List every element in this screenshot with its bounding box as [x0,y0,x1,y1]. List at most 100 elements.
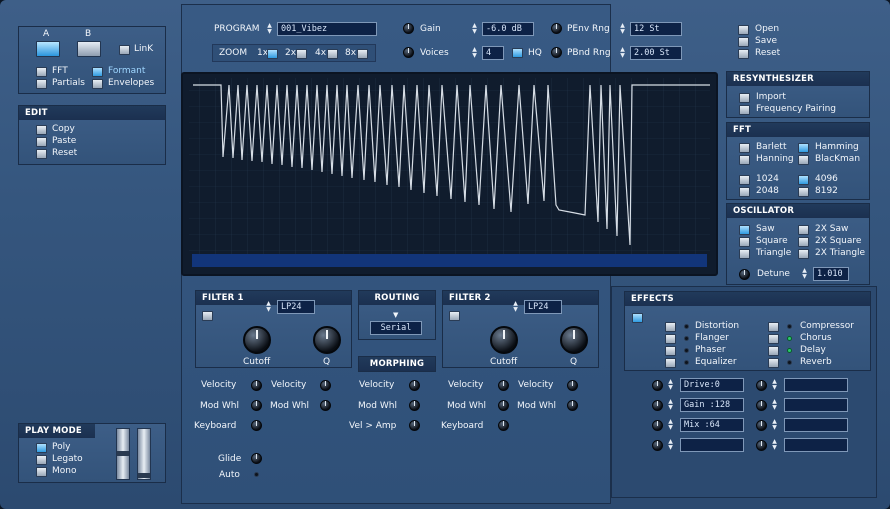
paste-checkbox[interactable] [36,137,47,147]
filter2-q-velocity-knob[interactable] [567,380,578,391]
morph-velocity-knob[interactable] [409,380,420,391]
poly-checkbox[interactable] [36,443,47,453]
file-reset-checkbox[interactable] [738,49,749,59]
b-button[interactable] [77,41,101,57]
program-arrows[interactable]: ▲ ▼ [266,23,273,35]
reverb-checkbox[interactable] [768,358,779,368]
vel-amp-knob[interactable] [409,420,420,431]
fx-param4-arrows[interactable]: ▲ ▼ [667,439,674,451]
filter1-cutoff-knob[interactable] [243,326,271,354]
fx-param4-display[interactable] [680,438,744,452]
filter1-modwhl-knob[interactable] [251,400,262,411]
fx-param6-arrows[interactable]: ▲ ▼ [771,399,778,411]
filter1-type-display[interactable]: LP24 [277,300,315,314]
filter2-cutoff-knob[interactable] [490,326,518,354]
fft-2048-checkbox[interactable] [739,187,750,197]
fft-view-checkbox[interactable] [36,67,47,77]
formant-view-checkbox[interactable] [92,67,103,77]
blackman-checkbox[interactable] [798,155,809,165]
zoom-1x-checkbox[interactable] [267,49,278,59]
reset-edit-checkbox[interactable] [36,149,47,159]
filter1-enable-checkbox[interactable] [202,311,213,321]
triangle-2x-checkbox[interactable] [798,249,809,259]
detune-knob[interactable] [739,269,750,280]
fft-1024-checkbox[interactable] [739,175,750,185]
voices-display[interactable]: 4 [482,46,504,60]
voices-knob[interactable] [403,47,414,58]
fx-param1-arrows[interactable]: ▲ ▼ [667,379,674,391]
filter1-type-arrows[interactable]: ▲ ▼ [265,301,272,313]
fft-8192-checkbox[interactable] [798,187,809,197]
fx-param5-arrows[interactable]: ▲ ▼ [771,379,778,391]
waveform-display[interactable] [181,72,718,276]
fx-param3-knob[interactable] [652,420,663,431]
fx-param4-knob[interactable] [652,440,663,451]
delay-checkbox[interactable] [768,346,779,356]
zoom-4x-checkbox[interactable] [327,49,338,59]
filter2-type-arrows[interactable]: ▲ ▼ [512,301,519,313]
pbnd-arrows[interactable]: ▲ ▼ [619,47,626,59]
glide-knob[interactable] [251,453,262,464]
save-checkbox[interactable] [738,37,749,47]
fx-param1-knob[interactable] [652,380,663,391]
fx-param2-knob[interactable] [652,400,663,411]
partials-view-checkbox[interactable] [36,79,47,89]
gain-arrows[interactable]: ▲ ▼ [471,23,478,35]
hq-checkbox[interactable] [512,48,523,58]
fx-param8-knob[interactable] [756,440,767,451]
hamming-checkbox[interactable] [798,143,809,153]
save-label[interactable]: Save [755,36,777,47]
fx-param8-arrows[interactable]: ▲ ▼ [771,439,778,451]
triangle-checkbox[interactable] [739,249,750,259]
routing-display[interactable]: Serial [370,321,422,335]
auto-led[interactable] [254,472,259,477]
penv-arrows[interactable]: ▲ ▼ [619,23,626,35]
distortion-checkbox[interactable] [665,322,676,332]
zoom-8x-checkbox[interactable] [357,49,368,59]
fx-param6-knob[interactable] [756,400,767,411]
zoom-2x-checkbox[interactable] [296,49,307,59]
fft-4096-checkbox[interactable] [798,175,809,185]
chorus-checkbox[interactable] [768,334,779,344]
copy-checkbox[interactable] [36,125,47,135]
penv-knob[interactable] [551,23,562,34]
filter2-modwhl-knob[interactable] [498,400,509,411]
open-checkbox[interactable] [738,25,749,35]
file-reset-label[interactable]: Reset [755,48,780,59]
fx-param7-knob[interactable] [756,420,767,431]
filter1-q-modwhl-knob[interactable] [320,400,331,411]
fx-param5-display[interactable] [784,378,848,392]
copy-label[interactable]: Copy [52,124,75,135]
a-button[interactable] [36,41,60,57]
fx-param5-knob[interactable] [756,380,767,391]
bartlett-checkbox[interactable] [739,143,750,153]
fx-param8-display[interactable] [784,438,848,452]
saw-checkbox[interactable] [739,225,750,235]
fx-param6-display[interactable] [784,398,848,412]
paste-label[interactable]: Paste [52,136,76,147]
filter1-q-knob[interactable] [313,326,341,354]
flanger-checkbox[interactable] [665,334,676,344]
morph-modwhl-knob[interactable] [409,400,420,411]
reset-edit-label[interactable]: Reset [52,148,77,159]
fx-param3-arrows[interactable]: ▲ ▼ [667,419,674,431]
voices-arrows[interactable]: ▲ ▼ [471,47,478,59]
detune-arrows[interactable]: ▲ ▼ [801,268,808,280]
hanning-checkbox[interactable] [739,155,750,165]
pitch-wheel[interactable] [116,428,130,480]
mono-checkbox[interactable] [36,467,47,477]
import-checkbox[interactable] [739,93,750,103]
fx-param1-display[interactable]: Drive:0 [680,378,744,392]
filter2-type-display[interactable]: LP24 [524,300,562,314]
filter2-q-knob[interactable] [560,326,588,354]
gain-display[interactable]: -6.0 dB [482,22,534,36]
equalizer-checkbox[interactable] [665,358,676,368]
fx-param2-display[interactable]: Gain :128 [680,398,744,412]
filter2-enable-checkbox[interactable] [449,311,460,321]
filter1-q-velocity-knob[interactable] [320,380,331,391]
legato-checkbox[interactable] [36,455,47,465]
filter1-keyboard-knob[interactable] [251,420,262,431]
filter2-keyboard-knob[interactable] [498,420,509,431]
envelopes-view-checkbox[interactable] [92,79,103,89]
fx-param7-arrows[interactable]: ▲ ▼ [771,419,778,431]
